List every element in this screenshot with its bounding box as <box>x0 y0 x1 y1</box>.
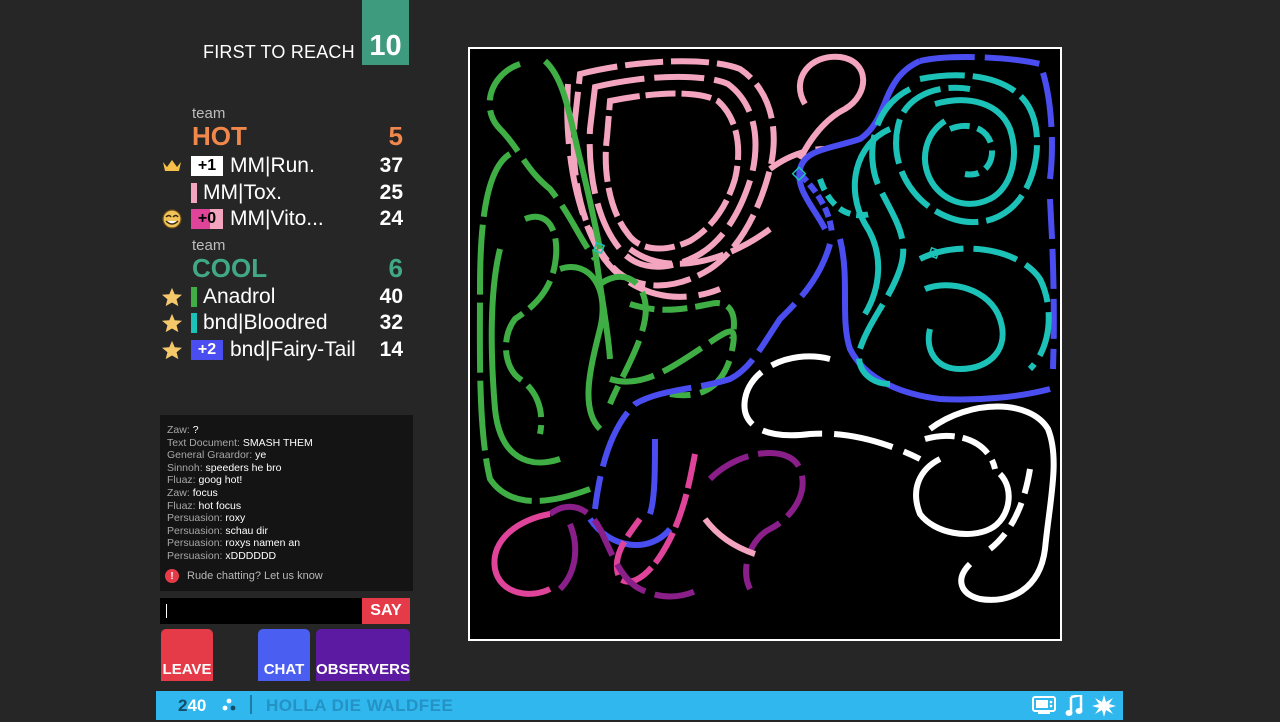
team-name: HOT <box>192 121 247 151</box>
chat-message: Persuasion: xDDDDDD <box>167 550 277 562</box>
player-score: 14 <box>379 338 403 361</box>
chat-message: Persuasion: roxy <box>167 512 246 524</box>
bottom-bar: 240 HOLLA DIE WALDFEE <box>156 691 1123 720</box>
chat-message: General Graardor: ye <box>167 449 267 461</box>
separator <box>250 695 252 714</box>
alert-icon: ! <box>165 569 179 583</box>
score-delta: +0 <box>191 209 223 229</box>
team-score: 6 <box>388 253 403 283</box>
score-delta: +1 <box>191 156 223 176</box>
online-count: 240 <box>178 696 207 715</box>
troll-face-icon <box>160 209 184 229</box>
player-score: 25 <box>379 181 403 204</box>
player-row: +2 bnd|Fairy-Tail 14 <box>160 337 410 363</box>
trails-canvas <box>476 53 1057 603</box>
player-row: +0 MM|Vito... 24 <box>160 206 410 232</box>
text-caret <box>166 604 167 618</box>
player-row: +1 MM|Run. 37 <box>160 153 410 179</box>
player-name: bnd|Fairy-Tail <box>230 338 356 361</box>
chat-input[interactable] <box>160 598 362 624</box>
team-caption: team <box>192 237 226 254</box>
star-icon <box>160 313 184 333</box>
target-label: FIRST TO REACH <box>203 42 355 62</box>
player-score: 32 <box>379 311 403 334</box>
player-score: 24 <box>379 207 403 230</box>
target-score: 10 <box>369 30 402 62</box>
observers-button[interactable]: OBSERVERS <box>316 629 410 681</box>
player-color-bar <box>191 183 197 203</box>
player-name: MM|Vito... <box>230 207 324 230</box>
network-icon[interactable] <box>222 698 236 717</box>
report-chat-text: Rude chatting? Let us know <box>187 570 323 582</box>
chat-message: Persuasion: roxys namen an <box>167 537 301 549</box>
chat-message: Fluaz: goog hot! <box>167 474 243 486</box>
chat-message: Persuasion: schau dir <box>167 525 268 537</box>
game-arena[interactable] <box>468 47 1062 641</box>
player-row: Anadrol 40 <box>160 284 410 310</box>
chat-message: Zaw: ? <box>167 424 199 436</box>
player-row: MM|Tox. 25 <box>160 180 410 206</box>
player-name: MM|Run. <box>230 154 315 177</box>
star-icon <box>160 340 184 360</box>
player-name: bnd|Bloodred <box>203 311 328 334</box>
chat-log[interactable]: Zaw: ? Text Document: SMASH THEM General… <box>160 415 413 591</box>
leave-button[interactable]: LEAVE <box>161 629 213 681</box>
chat-message: Sinnoh: speeders he bro <box>167 462 282 474</box>
music-icon[interactable] <box>1065 693 1083 722</box>
chat-button[interactable]: CHAT <box>258 629 310 681</box>
chat-message: Zaw: focus <box>167 487 218 499</box>
effects-icon[interactable] <box>1092 695 1116 722</box>
chat-message: Text Document: SMASH THEM <box>167 437 313 449</box>
player-color-bar <box>191 287 197 307</box>
score-delta: +2 <box>191 340 223 360</box>
chat-message: Fluaz: hot focus <box>167 500 242 512</box>
crown-icon <box>160 156 184 176</box>
player-row: bnd|Bloodred 32 <box>160 310 410 336</box>
tv-icon[interactable] <box>1032 695 1056 720</box>
team-name: COOL <box>192 253 268 283</box>
target-score-box: 10 <box>362 0 409 65</box>
report-chat-link[interactable]: ! Rude chatting? Let us know <box>165 569 323 583</box>
player-name: Anadrol <box>203 285 276 308</box>
star-icon <box>160 287 184 307</box>
say-button[interactable]: SAY <box>362 598 410 624</box>
player-score: 40 <box>379 285 403 308</box>
player-name: MM|Tox. <box>203 181 282 204</box>
player-color-bar <box>191 313 197 333</box>
player-score: 37 <box>379 154 403 177</box>
team-score: 5 <box>388 121 403 151</box>
message-of-the-day: HOLLA DIE WALDFEE <box>266 696 454 715</box>
team-caption: team <box>192 105 226 122</box>
